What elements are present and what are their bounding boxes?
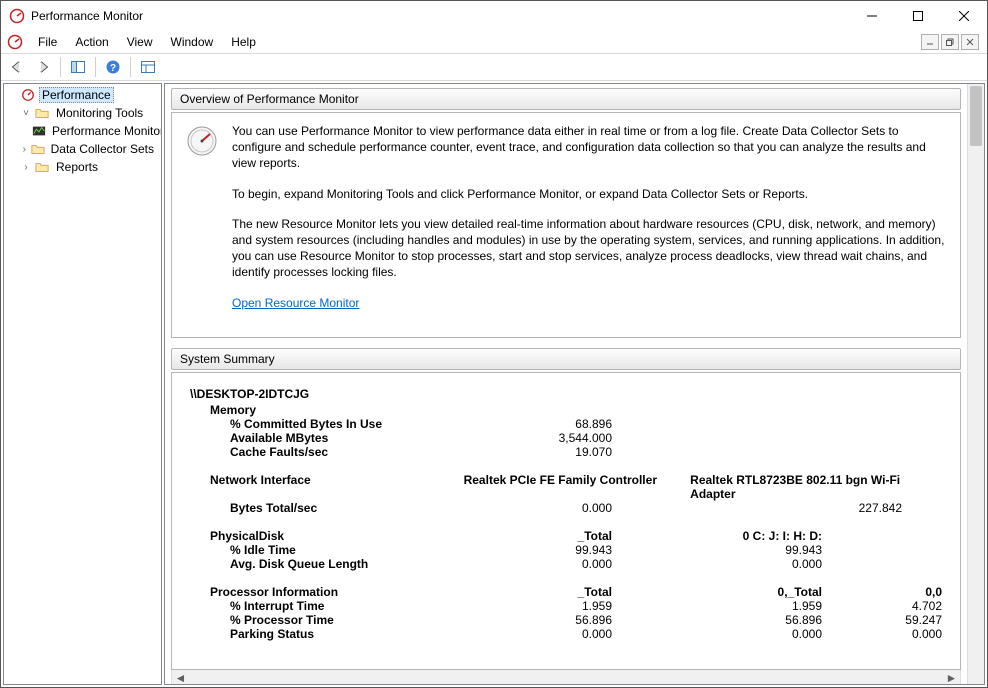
tree-node-performance[interactable]: Performance: [4, 86, 161, 104]
menu-view[interactable]: View: [118, 33, 162, 51]
summary-panel-header: System Summary: [171, 348, 961, 370]
summary-row: Available MBytes3,544.000: [190, 431, 942, 445]
vertical-scrollbar[interactable]: [967, 84, 984, 684]
horizontal-scrollbar[interactable]: ◄ ►: [171, 670, 961, 684]
tree-node-reports[interactable]: › Reports: [4, 158, 161, 176]
overview-paragraph: You can use Performance Monitor to view …: [232, 123, 946, 172]
tree-node-data-collector-sets[interactable]: › Data Collector Sets: [4, 140, 161, 158]
toolbar-separator: [95, 57, 96, 77]
tree-label: Reports: [53, 159, 101, 175]
chevron-right-icon[interactable]: ›: [18, 144, 31, 155]
summary-header-row: PhysicalDisk _Total 0 C: J: I: H: D:: [190, 529, 942, 543]
summary-row: % Interrupt Time1.9591.9594.702: [190, 599, 942, 613]
folder-icon: [34, 105, 50, 121]
summary-row: Bytes Total/sec0.000227.842: [190, 501, 942, 515]
back-button[interactable]: [5, 55, 29, 79]
toolbar: ?: [1, 53, 987, 81]
chevron-right-icon[interactable]: ›: [18, 162, 34, 173]
mdi-close-button[interactable]: [961, 34, 979, 50]
menu-action[interactable]: Action: [66, 33, 117, 51]
tree-label: Data Collector Sets: [48, 141, 157, 157]
minimize-button[interactable]: [849, 1, 895, 31]
svg-text:?: ?: [110, 63, 116, 74]
mdi-restore-button[interactable]: [941, 34, 959, 50]
summary-row: % Committed Bytes In Use68.896: [190, 417, 942, 431]
summary-row: Parking Status0.0000.0000.000: [190, 627, 942, 641]
toolbar-separator: [60, 57, 61, 77]
title-bar: Performance Monitor: [1, 1, 987, 31]
summary-row: % Idle Time99.94399.943: [190, 543, 942, 557]
tree-label: Performance: [39, 87, 114, 103]
summary-panel-body: \\DESKTOP-2IDTCJG Memory % Committed Byt…: [171, 372, 961, 670]
properties-button[interactable]: [136, 55, 160, 79]
open-resource-monitor-link[interactable]: Open Resource Monitor: [232, 296, 359, 310]
window-title: Performance Monitor: [31, 9, 143, 23]
folder-icon: [34, 159, 50, 175]
maximize-button[interactable]: [895, 1, 941, 31]
tree-label: Monitoring Tools: [53, 105, 146, 121]
navigation-tree[interactable]: Performance ˅ Monitoring Tools Performan…: [3, 83, 162, 685]
menu-bar: File Action View Window Help: [1, 31, 987, 53]
summary-row: % Processor Time56.89656.89659.247: [190, 613, 942, 627]
menu-help[interactable]: Help: [222, 33, 265, 51]
client-area: Performance ˅ Monitoring Tools Performan…: [1, 81, 987, 687]
scroll-thumb[interactable]: [970, 86, 982, 146]
summary-row: Avg. Disk Queue Length0.0000.000: [190, 557, 942, 571]
chart-icon: [32, 123, 46, 139]
summary-header-row: Processor Information _Total 0,_Total 0,…: [190, 585, 942, 599]
summary-hostname: \\DESKTOP-2IDTCJG: [190, 387, 942, 401]
close-button[interactable]: [941, 1, 987, 31]
show-hide-tree-button[interactable]: [66, 55, 90, 79]
app-icon: [20, 87, 36, 103]
scroll-right-icon[interactable]: ►: [943, 670, 960, 684]
overview-panel-header: Overview of Performance Monitor: [171, 88, 961, 110]
overview-paragraph: The new Resource Monitor lets you view d…: [232, 216, 946, 281]
overview-paragraph: To begin, expand Monitoring Tools and cl…: [232, 186, 946, 202]
mdi-window-controls: [921, 34, 983, 50]
mdi-minimize-button[interactable]: [921, 34, 939, 50]
gauge-icon: [186, 125, 218, 157]
tree-node-monitoring-tools[interactable]: ˅ Monitoring Tools: [4, 104, 161, 122]
tree-label: Performance Monitor: [49, 123, 162, 139]
toolbar-separator: [130, 57, 131, 77]
scroll-left-icon[interactable]: ◄: [172, 670, 189, 684]
menu-window[interactable]: Window: [162, 33, 223, 51]
menu-file[interactable]: File: [29, 33, 66, 51]
summary-header-row: Network Interface Realtek PCIe FE Family…: [190, 473, 942, 501]
overview-panel-body: You can use Performance Monitor to view …: [171, 112, 961, 338]
forward-button[interactable]: [31, 55, 55, 79]
app-icon: [9, 8, 25, 24]
help-button[interactable]: ?: [101, 55, 125, 79]
app-icon-small: [7, 34, 23, 50]
chevron-down-icon[interactable]: ˅: [18, 108, 34, 119]
summary-row: Cache Faults/sec19.070: [190, 445, 942, 459]
summary-category-memory: Memory: [190, 403, 942, 417]
folder-icon: [31, 141, 45, 157]
tree-node-performance-monitor[interactable]: Performance Monitor: [4, 122, 161, 140]
content-pane: Overview of Performance Monitor You can …: [164, 83, 985, 685]
